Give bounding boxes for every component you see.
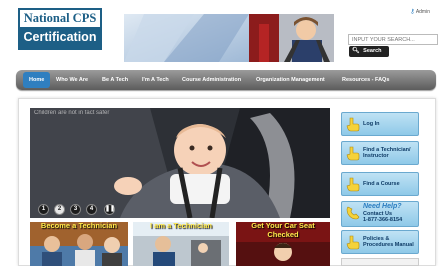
slider-page-2[interactable]: 2 (54, 204, 65, 215)
slider-page-3[interactable]: 3 (70, 204, 81, 215)
promo-get-car-seat-checked[interactable]: Get Your Car Seat Checked (236, 222, 330, 266)
promo-title: I am a Technician (150, 222, 212, 230)
search-button[interactable]: 🔍︎ Search (349, 46, 389, 57)
sidebar-find-technician-button[interactable]: Find a Technician/ Instructor (341, 141, 419, 165)
search-icon: 🔍︎ (352, 48, 360, 54)
sidebar-find-course-button[interactable]: Find a Course (341, 172, 419, 196)
logo-line-2: Certification (20, 27, 100, 48)
nav-item-course-administration[interactable]: Course Administration (182, 70, 241, 90)
hand-pointer-icon (346, 235, 360, 250)
sidebar-policies-button[interactable]: Policies & Procedures Manual (341, 230, 419, 254)
search-button-label: Search (363, 48, 382, 54)
hand-pointer-icon (346, 146, 360, 161)
sidebar-login-label: Log In (363, 120, 380, 127)
nav-item-home[interactable]: Home (23, 72, 51, 88)
admin-link[interactable]: ⚷ Admin (410, 8, 430, 15)
admin-label: Admin (415, 9, 430, 15)
sidebar-find-technician-label: Find a Technician/ Instructor (363, 146, 411, 160)
slider-page-4[interactable]: 4 (86, 204, 97, 215)
hero-slider[interactable]: Children are not in fact safer 1 2 3 4 ❚… (30, 108, 330, 218)
site-logo[interactable]: National CPS Certification (18, 8, 102, 50)
key-icon: ⚷ (410, 9, 415, 15)
main-nav: Home Who We Are Be A Tech I'm A Tech Cou… (16, 70, 436, 90)
logo-line-1: National CPS (23, 11, 97, 25)
nav-item-organization-management[interactable]: Organization Management (256, 70, 325, 90)
sidebar-find-course-label: Find a Course (363, 180, 400, 187)
promo-become-technician[interactable]: Become a Technician (30, 222, 128, 266)
nav-item-resources-faqs[interactable]: Resources - FAQs (342, 70, 389, 90)
nav-item-who-we-are[interactable]: Who We Are (56, 70, 88, 90)
sidebar-partial-item (341, 258, 419, 266)
sidebar-contact-text: Need Help? Contact Us 1-877-366-8154 (363, 202, 402, 226)
pause-icon[interactable]: ❚❚ (104, 204, 115, 215)
nav-item-im-a-tech[interactable]: I'm A Tech (142, 70, 169, 90)
phone-icon (346, 206, 360, 220)
nav-item-be-a-tech[interactable]: Be A Tech (102, 70, 128, 90)
promo-title: Become a Technician (40, 222, 118, 230)
promo-title: Get Your Car Seat Checked (251, 222, 315, 239)
promo-i-am-technician[interactable]: I am a Technician (133, 222, 229, 266)
hand-pointer-icon (346, 117, 360, 132)
slider-page-1[interactable]: 1 (38, 204, 49, 215)
slider-image (30, 108, 330, 218)
hand-pointer-icon (346, 177, 360, 192)
header-banner-image (124, 14, 334, 62)
slider-caption: Children are not in fact safer (34, 110, 110, 116)
sidebar-policies-label: Policies & Procedures Manual (363, 235, 414, 249)
sidebar-contact-button[interactable]: Need Help? Contact Us 1-877-366-8154 (341, 201, 419, 227)
contact-phone: 1-877-366-8154 (363, 217, 403, 224)
sidebar-login-button[interactable]: Log In (341, 112, 419, 136)
search-input[interactable] (348, 34, 438, 45)
